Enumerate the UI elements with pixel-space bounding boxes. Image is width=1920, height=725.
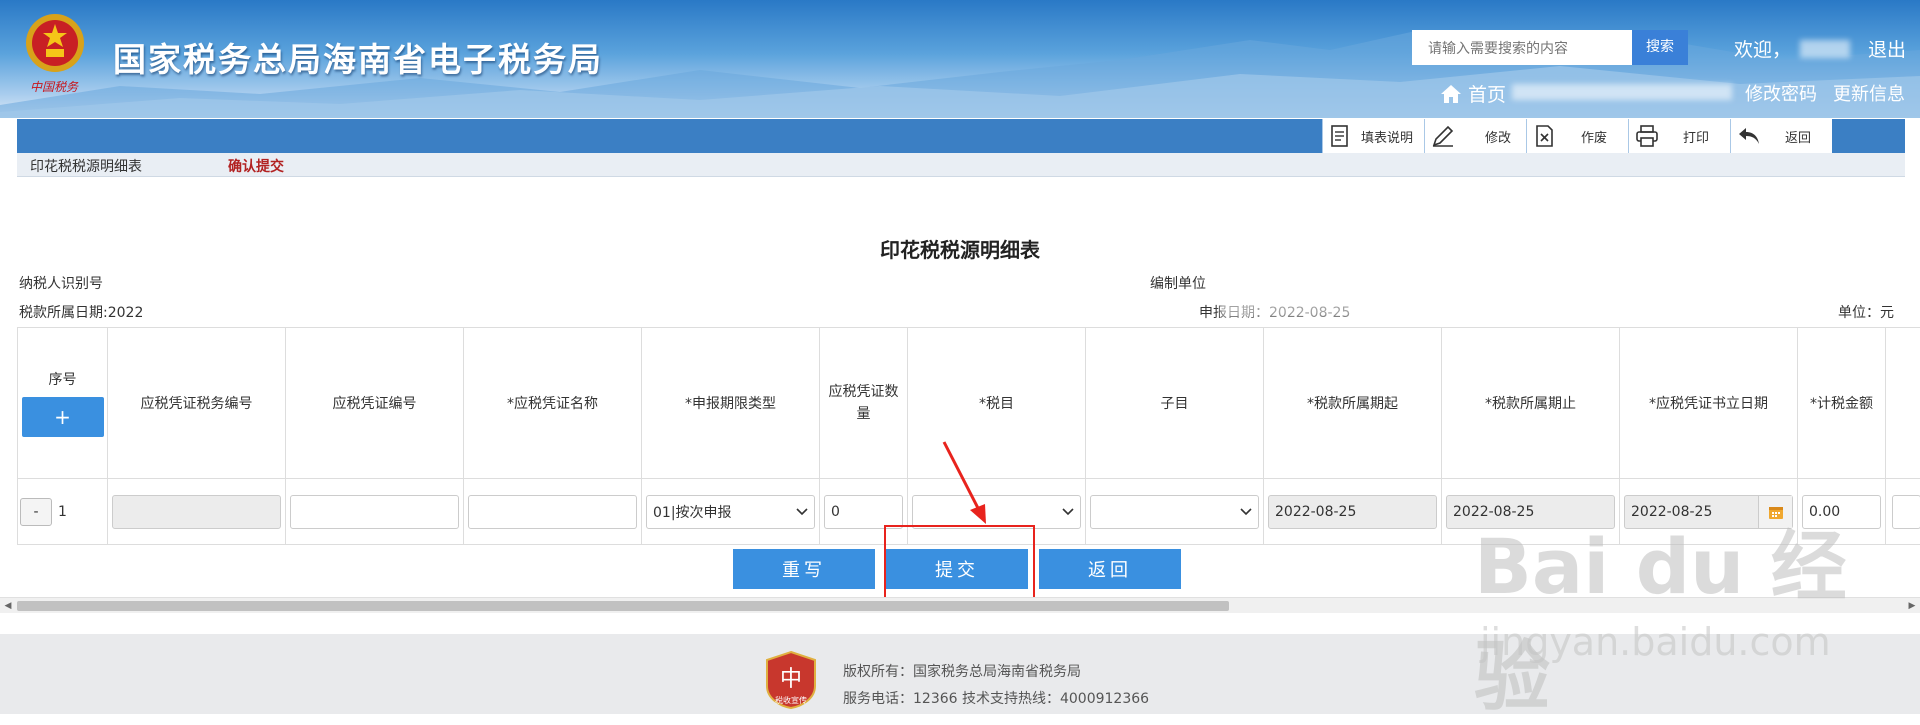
column-period-type: *申报期限类型 — [642, 328, 820, 478]
print-label: 打印 — [1683, 130, 1710, 146]
back-toolbar-button[interactable]: 返回 — [1730, 119, 1832, 153]
chevron-down-icon — [1240, 508, 1252, 516]
void-document-icon — [1536, 125, 1553, 147]
tax-no-cell — [108, 479, 286, 545]
back-button[interactable]: 返回 — [1039, 549, 1181, 589]
redacted-tax-period — [150, 302, 290, 318]
national-emblem-icon — [26, 14, 84, 72]
breadcrumb-step-confirm: 确认提交 — [228, 159, 284, 175]
period-type-cell: 01|按次申报 — [642, 479, 820, 545]
column-amount: *计税金额 — [1798, 328, 1886, 478]
document-icon — [1331, 125, 1348, 147]
search-button[interactable]: 搜索 — [1632, 30, 1688, 65]
search-input[interactable] — [1412, 30, 1632, 65]
watermark-url: jingyan.baidu.com — [1480, 620, 1831, 664]
column-voucher-no: 应税凭证编号 — [286, 328, 464, 478]
logout-link[interactable]: 退出 — [1868, 35, 1906, 62]
redacted-username — [1800, 40, 1850, 58]
row-index: 1 — [58, 504, 67, 520]
voucher-name-input[interactable] — [468, 495, 637, 529]
service-phone-text: 服务电话：12366 技术支持热线：4000912366 — [843, 691, 1150, 707]
svg-text:中: 中 — [780, 667, 802, 692]
modify-label: 修改 — [1485, 130, 1512, 146]
change-password-link[interactable]: 修改密码 — [1745, 80, 1817, 106]
redacted-nav-items — [1512, 84, 1732, 100]
modify-button[interactable]: 修改 — [1424, 119, 1526, 153]
site-header: 中国税务 国家税务总局海南省电子税务局 搜索 欢迎， 退出 首页 修改密码 更新… — [0, 0, 1920, 118]
period-type-select[interactable]: 01|按次申报 — [646, 495, 815, 529]
home-link[interactable]: 首页 — [1440, 80, 1506, 107]
row-index-cell: - 1 — [18, 479, 108, 545]
print-button[interactable]: 打印 — [1628, 119, 1730, 153]
sub-item-cell — [1086, 479, 1264, 545]
scroll-thumb[interactable] — [17, 601, 1229, 611]
column-issue-date: *应税凭证书立日期 — [1620, 328, 1798, 478]
column-index: 序号 + — [18, 328, 108, 478]
redacted-taxpayer-id — [110, 273, 290, 289]
column-voucher-name: *应税凭证名称 — [464, 328, 642, 478]
update-info-link[interactable]: 更新信息 — [1833, 80, 1905, 106]
tax-no-field — [112, 495, 281, 529]
column-quantity: 应税凭证数量 — [820, 328, 908, 478]
column-tax-no: 应税凭证税务编号 — [108, 328, 286, 478]
back-toolbar-label: 返回 — [1785, 130, 1812, 146]
breadcrumb-step-form[interactable]: 印花税税源明细表 — [30, 156, 142, 176]
watermark-logo: Bai du 经验 — [1474, 522, 1847, 721]
voucher-no-cell — [286, 479, 464, 545]
tax-badge-text: 税收宣传 — [775, 695, 807, 705]
tax-badge-icon: 中 税收宣传 — [766, 650, 816, 710]
scroll-left-icon[interactable]: ◀ — [0, 598, 16, 614]
add-row-button[interactable]: + — [21, 397, 104, 437]
period-start-field: 2022-08-25 — [1268, 495, 1437, 529]
void-label: 作废 — [1581, 130, 1608, 146]
sub-item-select[interactable] — [1090, 495, 1259, 529]
toolbar: 填表说明 修改 作废 打印 返回 — [17, 119, 1905, 153]
chevron-down-icon — [796, 508, 808, 516]
welcome-text: 欢迎， — [1734, 39, 1792, 61]
period-type-value: 01|按次申报 — [653, 505, 732, 521]
breadcrumb: 印花税税源明细表 确认提交 — [17, 153, 1905, 177]
tax-period-label: 税款所属日期:2022 — [19, 305, 144, 321]
annotation-arrow — [942, 441, 986, 524]
column-index-label: 序号 — [48, 372, 77, 388]
brand-subtitle: 中国税务 — [30, 80, 79, 94]
period-start-cell: 2022-08-25 — [1264, 479, 1442, 545]
home-icon — [1441, 84, 1461, 103]
home-label: 首页 — [1468, 84, 1507, 106]
copyright-text: 版权所有：国家税务总局海南省税务局 — [843, 664, 1081, 680]
voucher-no-input[interactable] — [290, 495, 459, 529]
fill-help-label: 填表说明 — [1361, 130, 1414, 146]
voucher-name-cell — [464, 479, 642, 545]
form-title: 印花税税源明细表 — [880, 238, 1040, 262]
chevron-down-icon — [1062, 508, 1074, 516]
return-arrow-icon — [1739, 128, 1759, 144]
column-period-start: *税款所属期起 — [1264, 328, 1442, 478]
void-button[interactable]: 作废 — [1526, 119, 1628, 153]
unit-label: 单位：元 — [1838, 305, 1894, 321]
quantity-input[interactable]: 0 — [824, 495, 903, 529]
redacted-declare-date — [1220, 300, 1360, 318]
redacted-compiler — [1210, 273, 1410, 289]
pencil-icon — [1432, 125, 1454, 147]
remove-row-button[interactable]: - — [20, 498, 52, 526]
column-sub-item: 子目 — [1086, 328, 1264, 478]
column-period-end: *税款所属期止 — [1442, 328, 1620, 478]
taxpayer-id-label: 纳税人识别号 — [19, 276, 103, 292]
site-title: 国家税务总局海南省电子税务局 — [113, 40, 603, 79]
printer-icon — [1636, 125, 1658, 147]
compiler-label: 编制单位 — [1150, 276, 1206, 292]
rewrite-button[interactable]: 重写 — [733, 549, 875, 589]
fill-help-button[interactable]: 填表说明 — [1322, 119, 1424, 153]
